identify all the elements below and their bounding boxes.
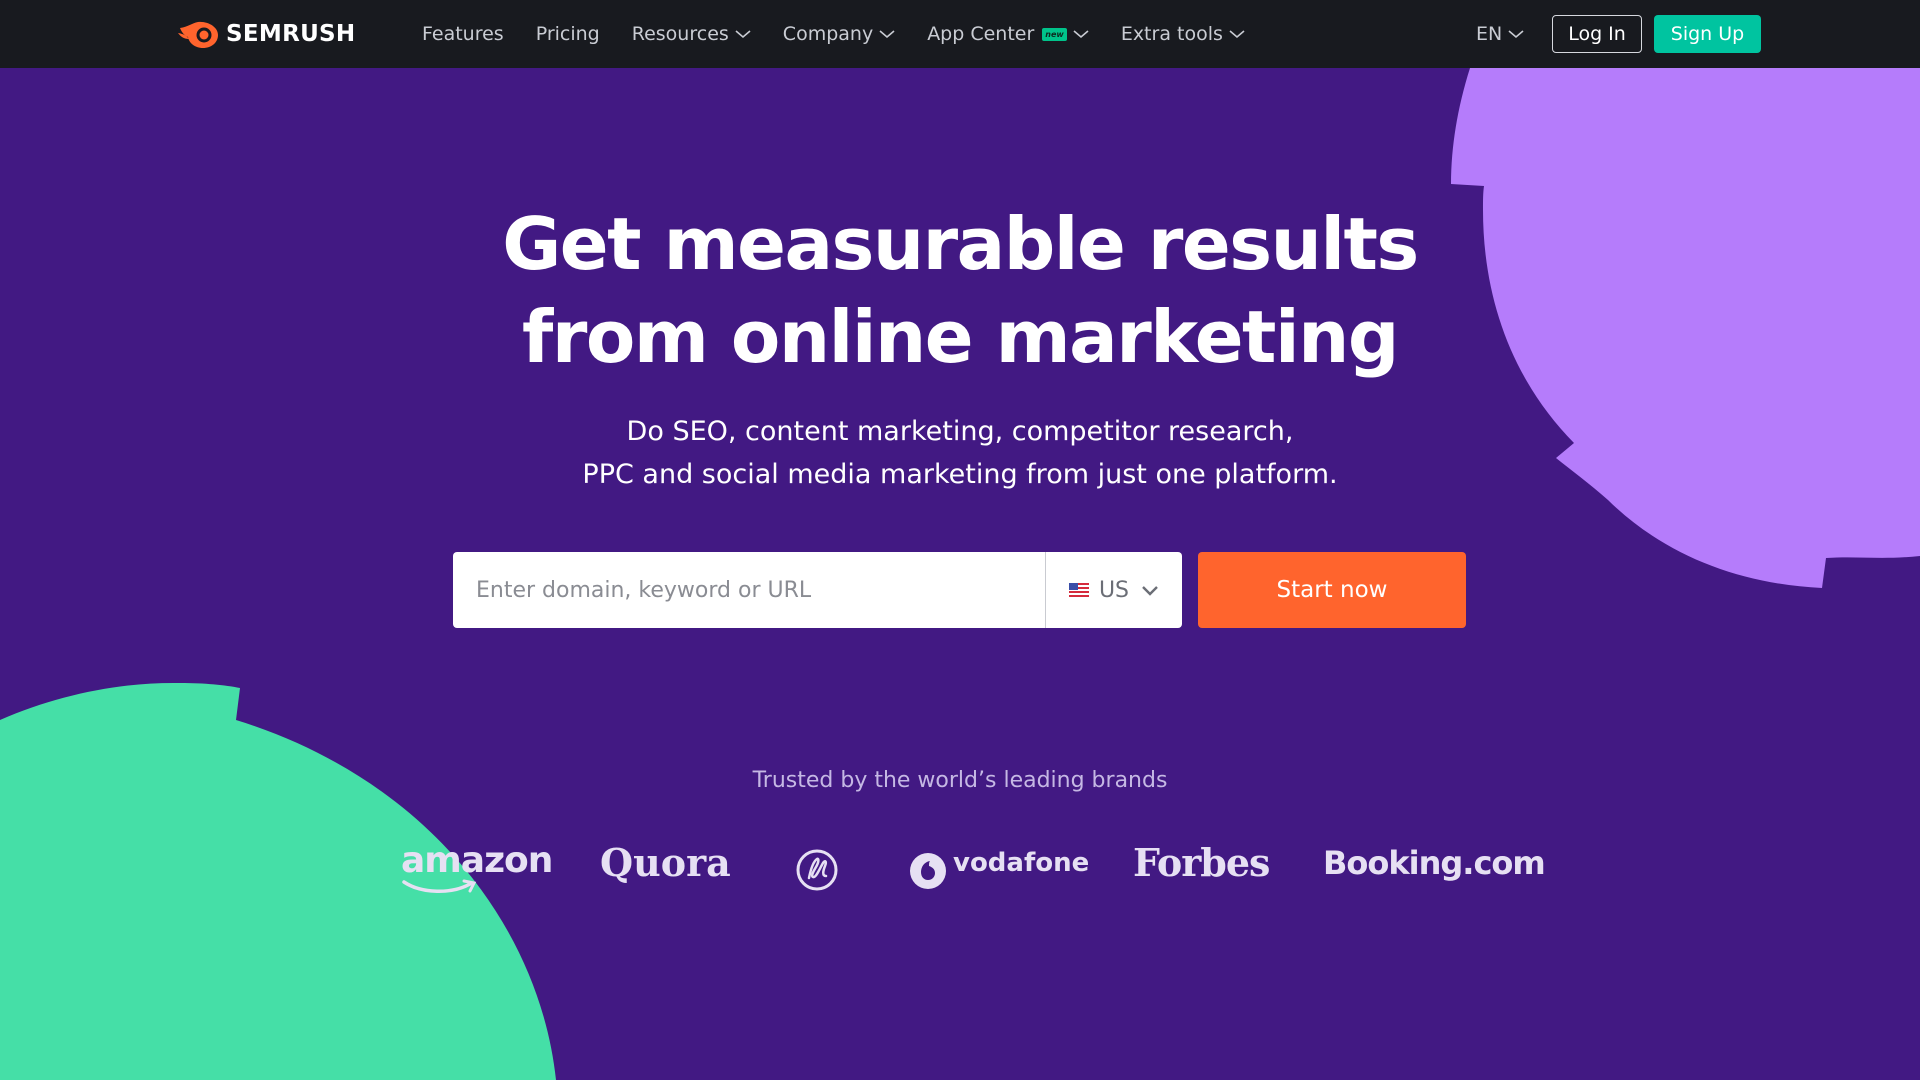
vodafone-logo-icon: [910, 853, 946, 889]
amazon-logo: amazon: [401, 840, 553, 881]
nav-company-label: Company: [782, 23, 874, 45]
chevron-down-icon: [735, 29, 751, 39]
logo-wordmark: SEMRUSH: [226, 21, 356, 47]
top-navigation-bar: SEMRUSH Features Pricing Resources Compa…: [0, 0, 1920, 68]
hero-subtitle-line2: PPC and social media marketing from just…: [582, 459, 1338, 490]
chevron-down-icon: [1229, 29, 1245, 39]
vodafone-logo: vodafone: [953, 848, 1090, 878]
login-button[interactable]: Log In: [1552, 15, 1642, 53]
nav-features-label: Features: [422, 23, 504, 45]
language-selector[interactable]: EN: [1476, 0, 1524, 68]
semrush-flame-icon: [178, 21, 218, 48]
nav-app-center[interactable]: App Center new: [927, 23, 1089, 45]
start-now-button[interactable]: Start now: [1198, 552, 1466, 628]
nav-extra-tools-label: Extra tools: [1120, 23, 1223, 45]
signup-button[interactable]: Sign Up: [1654, 15, 1761, 53]
semrush-logo[interactable]: SEMRUSH: [178, 18, 355, 50]
forbes-logo: Forbes: [1133, 840, 1270, 885]
chevron-down-icon: [879, 29, 895, 39]
ge-logo: [796, 849, 838, 891]
nav-pricing-label: Pricing: [535, 23, 600, 45]
new-badge: new: [1042, 27, 1067, 41]
main-nav: Features Pricing Resources Company App C…: [422, 0, 1277, 68]
chevron-down-icon: [1508, 29, 1524, 39]
brand-logos: amazon Quora vodafone Forbes Booking.com: [0, 840, 1920, 900]
decorative-shapes: [0, 68, 1920, 1080]
quora-logo: Quora: [600, 840, 731, 885]
search-input[interactable]: [453, 552, 1045, 628]
language-label: EN: [1476, 23, 1503, 45]
chevron-down-icon: [1073, 29, 1089, 39]
database-label: US: [1098, 577, 1130, 603]
hero-title-line2: from online marketing: [522, 295, 1399, 379]
hero-title: Get measurable results from online marke…: [360, 198, 1560, 384]
trusted-caption: Trusted by the world’s leading brands: [752, 768, 1168, 793]
booking-logo: Booking.com: [1323, 844, 1546, 882]
us-flag-icon: [1068, 583, 1089, 597]
database-selector[interactable]: US: [1046, 552, 1182, 628]
nav-extra-tools[interactable]: Extra tools: [1121, 23, 1245, 45]
chevron-down-icon: [1141, 585, 1159, 596]
nav-app-center-label: App Center: [927, 23, 1035, 45]
nav-features[interactable]: Features: [422, 23, 504, 45]
amazon-smile-icon: [402, 879, 477, 893]
hero-subtitle: Do SEO, content marketing, competitor re…: [460, 410, 1460, 496]
nav-resources-label: Resources: [631, 23, 729, 45]
nav-pricing[interactable]: Pricing: [536, 23, 600, 45]
nav-company[interactable]: Company: [783, 23, 895, 45]
hero-title-line1: Get measurable results: [502, 202, 1419, 286]
nav-resources[interactable]: Resources: [632, 23, 751, 45]
hero-subtitle-line1: Do SEO, content marketing, competitor re…: [626, 416, 1294, 447]
search-form: US: [453, 552, 1182, 628]
